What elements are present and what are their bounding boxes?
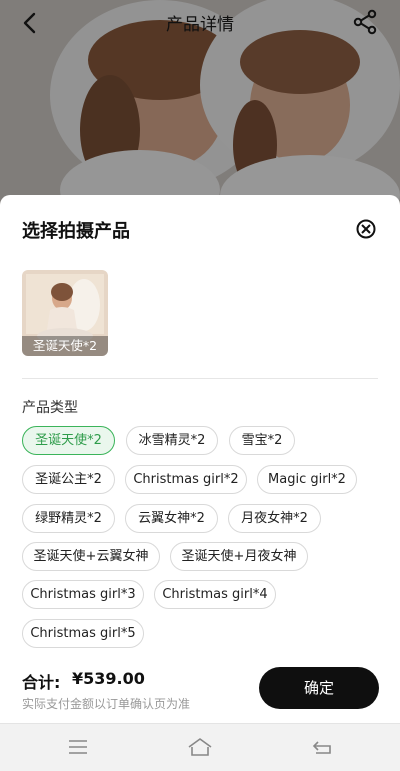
type-option-chip[interactable]: 圣诞天使+云翼女神	[22, 542, 160, 571]
type-option-chip[interactable]: 圣诞公主*2	[22, 465, 115, 494]
type-option-chip[interactable]: 雪宝*2	[229, 426, 295, 455]
page-title: 产品详情	[166, 15, 234, 35]
sheet-title: 选择拍摄产品	[22, 221, 130, 242]
type-option-chip[interactable]: 绿野精灵*2	[22, 504, 115, 533]
type-option-chip[interactable]: 月夜女神*2	[228, 504, 321, 533]
confirm-button[interactable]: 确定	[259, 667, 379, 709]
back-icon[interactable]	[310, 736, 334, 758]
type-option-chip[interactable]: 圣诞天使*2	[22, 426, 115, 455]
menu-icon[interactable]	[66, 736, 90, 758]
back-arrow-icon[interactable]	[16, 9, 44, 37]
payment-note: 实际支付金额以订单确认页为准	[22, 697, 191, 711]
type-option-chip[interactable]: 云翼女神*2	[125, 504, 218, 533]
close-circle-icon[interactable]	[355, 218, 377, 240]
product-thumbnail[interactable]: 圣诞天使*2	[22, 270, 108, 356]
top-bar: 产品详情	[0, 0, 400, 44]
product-selection-sheet: 选择拍摄产品 圣诞天使*2 产品类型 圣诞天使*2 冰雪精灵*2 雪宝*2 圣诞…	[0, 195, 400, 723]
product-thumbnail-label: 圣诞天使*2	[22, 336, 108, 356]
type-option-chip[interactable]: 冰雪精灵*2	[126, 426, 218, 455]
total-price: ¥539.00	[72, 669, 145, 688]
type-option-chip[interactable]: Christmas girl*5	[22, 619, 144, 648]
type-option-chip[interactable]: Magic girl*2	[257, 465, 357, 494]
total-label: 合计:	[22, 673, 61, 692]
system-nav-bar	[0, 723, 400, 771]
divider	[22, 378, 378, 379]
home-icon[interactable]	[186, 736, 214, 758]
type-option-chip[interactable]: 圣诞天使+月夜女神	[170, 542, 308, 571]
type-option-chip[interactable]: Christmas girl*3	[22, 580, 144, 609]
share-icon[interactable]	[351, 8, 379, 36]
type-option-chip[interactable]: Christmas girl*4	[154, 580, 276, 609]
product-type-label: 产品类型	[22, 400, 78, 416]
type-option-chip[interactable]: Christmas girl*2	[125, 465, 247, 494]
